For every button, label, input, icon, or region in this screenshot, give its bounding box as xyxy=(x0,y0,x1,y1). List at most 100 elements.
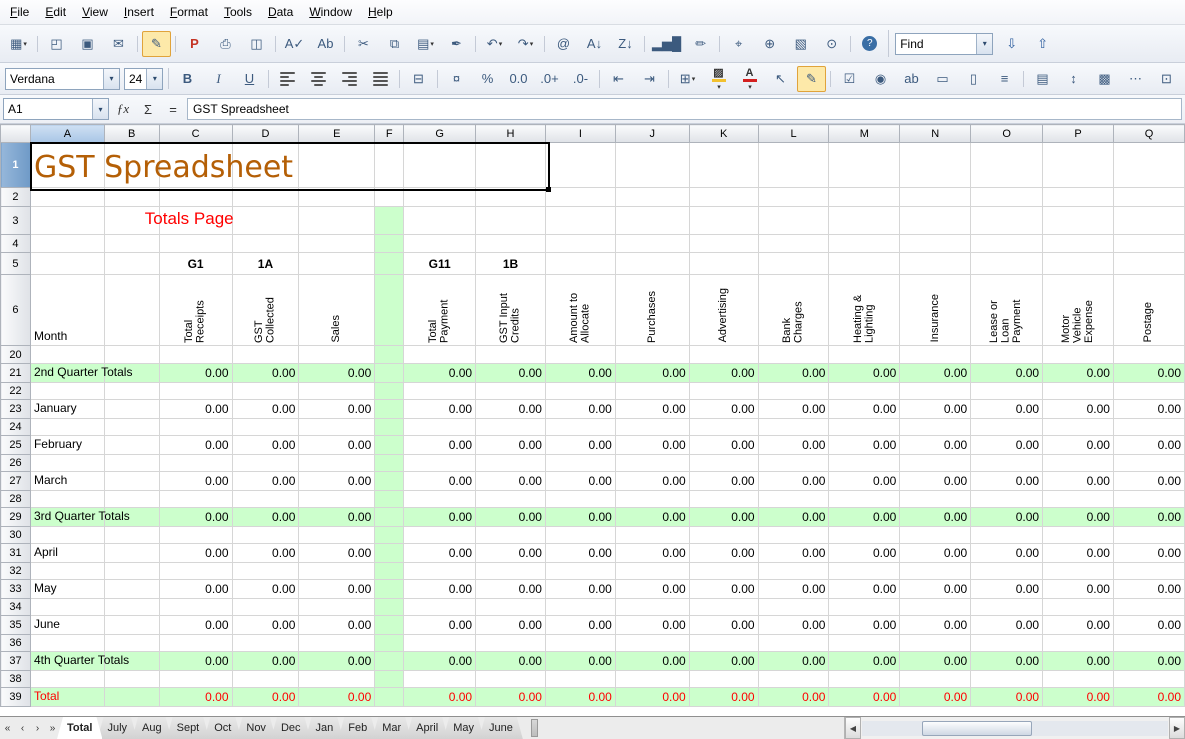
cell-J6[interactable]: Purchases xyxy=(615,275,689,346)
cell-I3[interactable] xyxy=(545,207,615,235)
insert-image-control-button[interactable]: ▩ xyxy=(1090,66,1119,92)
cell-Q21[interactable]: 0.00 xyxy=(1113,364,1184,383)
cell-M22[interactable] xyxy=(829,383,900,400)
cell-P22[interactable] xyxy=(1043,383,1114,400)
zoom-button[interactable]: ⊙ xyxy=(817,31,846,57)
column-header-J[interactable]: J xyxy=(615,125,689,143)
cell-D22[interactable] xyxy=(232,383,299,400)
edit-file-button[interactable]: ✎ xyxy=(142,31,171,57)
font-size-select[interactable]: 24 xyxy=(124,68,163,90)
insert-spinner-button[interactable]: ↕ xyxy=(1059,66,1088,92)
cell-G27[interactable]: 0.00 xyxy=(404,472,476,491)
cell-N38[interactable] xyxy=(900,671,971,688)
cell-F39[interactable] xyxy=(375,688,404,707)
cell-J37[interactable]: 0.00 xyxy=(615,652,689,671)
increase-indent-button[interactable]: ⇥ xyxy=(635,66,664,92)
cell-J35[interactable]: 0.00 xyxy=(615,616,689,635)
cell-I21[interactable]: 0.00 xyxy=(545,364,615,383)
cell-H35[interactable]: 0.00 xyxy=(476,616,546,635)
cell-G3[interactable] xyxy=(404,207,476,235)
spellcheck-button[interactable]: A✓ xyxy=(280,31,309,57)
cell-H39[interactable]: 0.00 xyxy=(476,688,546,707)
row-header-32[interactable]: 32 xyxy=(1,563,31,580)
cell-O21[interactable]: 0.00 xyxy=(971,364,1043,383)
sum-button[interactable]: Σ xyxy=(137,99,159,119)
cell-Q34[interactable] xyxy=(1113,599,1184,616)
cell-P2[interactable] xyxy=(1043,188,1114,207)
cell-H2[interactable] xyxy=(476,188,546,207)
column-header-B[interactable]: B xyxy=(104,125,159,143)
cell-Q3[interactable] xyxy=(1113,207,1184,235)
open-document-button[interactable]: ◰ xyxy=(42,31,71,57)
cell-H24[interactable] xyxy=(476,419,546,436)
cell-D34[interactable] xyxy=(232,599,299,616)
cell-H32[interactable] xyxy=(476,563,546,580)
cell-I34[interactable] xyxy=(545,599,615,616)
cell-P32[interactable] xyxy=(1043,563,1114,580)
cell-C39[interactable]: 0.00 xyxy=(159,688,232,707)
cell-D4[interactable] xyxy=(232,235,299,253)
cell-O36[interactable] xyxy=(971,635,1043,652)
dropdown-arrow-icon[interactable] xyxy=(530,40,534,48)
cell-H29[interactable]: 0.00 xyxy=(476,508,546,527)
hyperlink-button[interactable]: @ xyxy=(549,31,578,57)
sheet-tab-feb[interactable]: Feb xyxy=(338,717,377,739)
cell-O38[interactable] xyxy=(971,671,1043,688)
cell-C29[interactable]: 0.00 xyxy=(159,508,232,527)
cell-L6[interactable]: Bank Charges xyxy=(758,275,829,346)
cell-L20[interactable] xyxy=(758,346,829,364)
cell-M26[interactable] xyxy=(829,455,900,472)
cell-E21[interactable]: 0.00 xyxy=(299,364,375,383)
cell-G31[interactable]: 0.00 xyxy=(404,544,476,563)
cell-G21[interactable]: 0.00 xyxy=(404,364,476,383)
menu-item-edit[interactable]: Edit xyxy=(37,1,74,23)
draw-functions-button[interactable]: ✏ xyxy=(686,31,715,57)
underline-button[interactable]: U xyxy=(235,66,264,92)
cell-N27[interactable]: 0.00 xyxy=(900,472,971,491)
cell-K30[interactable] xyxy=(689,527,758,544)
cell-D21[interactable]: 0.00 xyxy=(232,364,299,383)
cell-I26[interactable] xyxy=(545,455,615,472)
cell-E32[interactable] xyxy=(299,563,375,580)
cell-M24[interactable] xyxy=(829,419,900,436)
cell-M28[interactable] xyxy=(829,491,900,508)
cell-N37[interactable]: 0.00 xyxy=(900,652,971,671)
cell-N26[interactable] xyxy=(900,455,971,472)
insert-option-button[interactable]: ◉ xyxy=(866,66,895,92)
cell-D28[interactable] xyxy=(232,491,299,508)
cell-F37[interactable] xyxy=(375,652,404,671)
cell-B23[interactable] xyxy=(104,400,159,419)
cell-E28[interactable] xyxy=(299,491,375,508)
cell-K34[interactable] xyxy=(689,599,758,616)
cell-L31[interactable]: 0.00 xyxy=(758,544,829,563)
cell-Q4[interactable] xyxy=(1113,235,1184,253)
cell-H3[interactable] xyxy=(476,207,546,235)
cell-K4[interactable] xyxy=(689,235,758,253)
cell-F6[interactable] xyxy=(375,275,404,346)
cell-P27[interactable]: 0.00 xyxy=(1043,472,1114,491)
first-sheet-button[interactable]: « xyxy=(0,723,15,734)
find-replace-button[interactable]: ⌖ xyxy=(724,31,753,57)
cell-B28[interactable] xyxy=(104,491,159,508)
cell-B4[interactable] xyxy=(104,235,159,253)
cell-M32[interactable] xyxy=(829,563,900,580)
cell-B5[interactable] xyxy=(104,253,159,275)
cell-P26[interactable] xyxy=(1043,455,1114,472)
cell-I27[interactable]: 0.00 xyxy=(545,472,615,491)
cell-G6[interactable]: Total Payment xyxy=(404,275,476,346)
name-box[interactable]: A1 xyxy=(3,98,109,120)
cell-A1[interactable]: GST Spreadsheet xyxy=(30,143,104,188)
cell-O30[interactable] xyxy=(971,527,1043,544)
cell-L2[interactable] xyxy=(758,188,829,207)
cell-O34[interactable] xyxy=(971,599,1043,616)
cell-I28[interactable] xyxy=(545,491,615,508)
cell-M2[interactable] xyxy=(829,188,900,207)
cell-N6[interactable]: Insurance xyxy=(900,275,971,346)
cell-P20[interactable] xyxy=(1043,346,1114,364)
name-box-dropdown-icon[interactable] xyxy=(92,99,108,119)
cell-A26[interactable] xyxy=(30,455,104,472)
cell-P1[interactable] xyxy=(1043,143,1114,188)
cell-I4[interactable] xyxy=(545,235,615,253)
sheet-tab-oct[interactable]: Oct xyxy=(204,717,241,739)
cell-N35[interactable]: 0.00 xyxy=(900,616,971,635)
